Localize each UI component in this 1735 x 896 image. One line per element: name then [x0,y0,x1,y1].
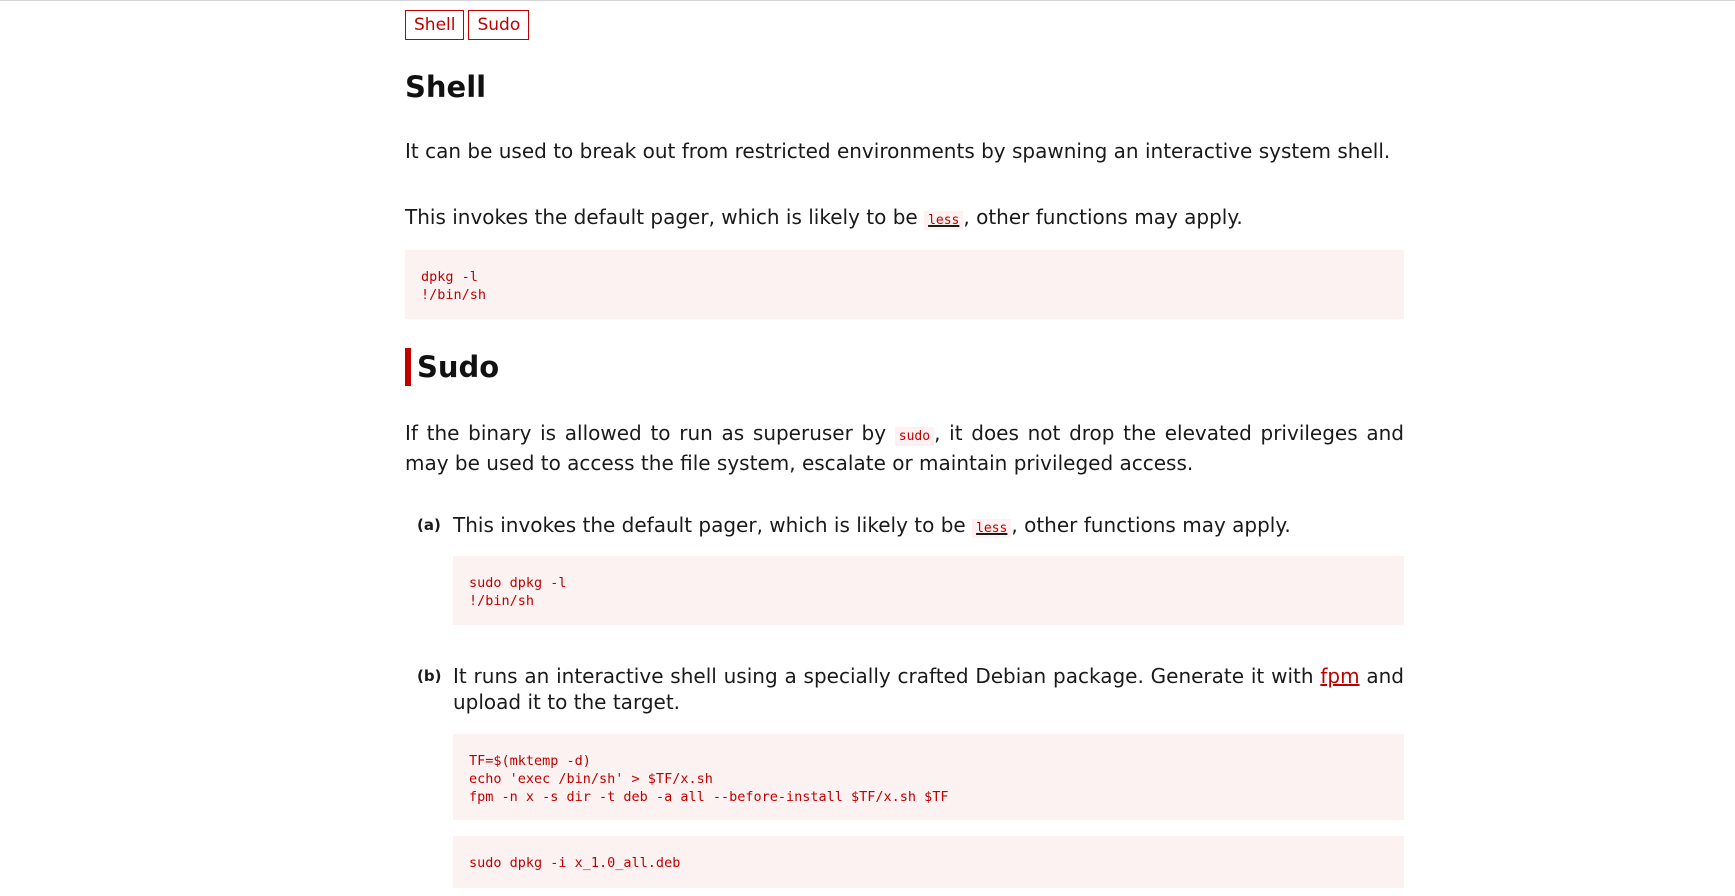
sudo-desc-text: If the binary is allowed to run as super… [405,421,895,445]
shell-note-text-end: , other functions may apply. [963,205,1243,229]
top-divider [0,0,1735,1]
item-b-text: It runs an interactive shell using a spe… [453,663,1404,715]
item-a-text: This invokes the default pager, which is… [453,512,1404,542]
shell-note-text: This invokes the default pager, which is… [405,205,925,229]
shell-code-block[interactable]: dpkg -l !/bin/sh [405,250,1404,319]
less-inline-code: less [924,211,964,230]
sudo-heading: Sudo [405,348,499,386]
item-marker-a: (a) [417,516,441,534]
item-a-text-start: This invokes the default pager, which is… [453,513,973,537]
item-a-text-end: , other functions may apply. [1011,513,1291,537]
less-link[interactable]: less [924,205,964,230]
shell-description: It can be used to break out from restric… [405,139,1391,163]
less-inline-code-a: less [972,519,1012,538]
shell-pager-note: This invokes the default pager, which is… [405,204,1243,234]
item-marker-b: (b) [417,667,442,685]
shell-heading: Shell [405,70,487,104]
item-b-text-start: It runs an interactive shell using a spe… [453,664,1321,688]
less-link-a[interactable]: less [972,513,1012,538]
tag-sudo-link[interactable]: Sudo [468,10,530,40]
sudo-code-block-a[interactable]: sudo dpkg -l !/bin/sh [453,556,1404,625]
sudo-inline-code: sudo [894,427,935,446]
tag-shell-link[interactable]: Shell [405,10,465,40]
fpm-link[interactable]: fpm [1320,664,1359,688]
sudo-code-block-b-install[interactable]: sudo dpkg -i x_1.0_all.deb [453,836,1404,888]
function-tags: Shell Sudo [405,10,1404,40]
sudo-code-block-b[interactable]: TF=$(mktemp -d) echo 'exec /bin/sh' > $T… [453,734,1404,820]
main-content: Shell Sudo Shell It can be used to break… [405,10,1404,888]
sudo-description: If the binary is allowed to run as super… [405,420,1404,476]
